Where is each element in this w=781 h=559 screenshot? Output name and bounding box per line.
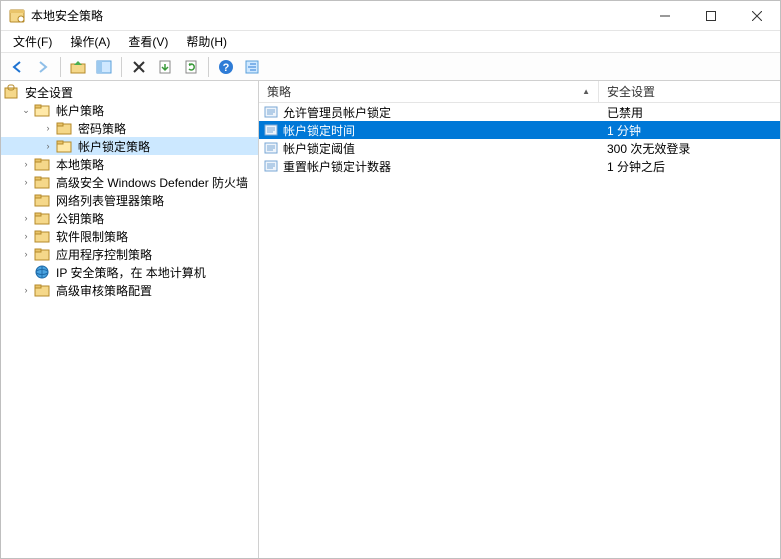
folder-icon	[34, 210, 50, 226]
security-icon	[3, 84, 19, 100]
tree-item-label: 公钥策略	[54, 210, 106, 227]
policy-name: 重置帐户锁定计数器	[283, 158, 391, 175]
folder-icon	[34, 174, 50, 190]
list-row[interactable]: 帐户锁定阈值 300 次无效登录	[259, 139, 780, 157]
tree-item[interactable]: › 软件限制策略	[1, 227, 258, 245]
properties-button[interactable]	[240, 55, 264, 79]
chevron-right-icon[interactable]: ›	[19, 229, 33, 243]
folder-icon	[34, 102, 50, 118]
sort-indicator-icon: ▲	[582, 87, 590, 96]
menu-action[interactable]: 操作(A)	[62, 31, 118, 52]
policy-value: 300 次无效登录	[599, 140, 780, 157]
policy-name: 允许管理员帐户锁定	[283, 104, 391, 121]
back-button[interactable]	[5, 55, 29, 79]
policy-value: 1 分钟	[599, 122, 780, 139]
chevron-right-icon[interactable]: ›	[19, 283, 33, 297]
column-header-value[interactable]: 安全设置	[599, 81, 780, 102]
tree-item[interactable]: › 高级安全 Windows Defender 防火墙	[1, 173, 258, 191]
tree-item-label: 帐户策略	[54, 102, 106, 119]
refresh-button[interactable]	[179, 55, 203, 79]
folder-icon	[34, 246, 50, 262]
show-hide-tree-button[interactable]	[92, 55, 116, 79]
column-header-value-label: 安全设置	[607, 83, 655, 100]
policy-icon	[263, 104, 279, 120]
titlebar: 本地安全策略	[1, 1, 780, 31]
list-body[interactable]: 允许管理员帐户锁定已禁用帐户锁定时间1 分钟帐户锁定阈值300 次无效登录重置帐…	[259, 103, 780, 558]
globe-icon	[34, 264, 50, 280]
help-button[interactable]: ?	[214, 55, 238, 79]
tree-item-label: 高级审核策略配置	[54, 282, 154, 299]
list-header: 策略 ▲ 安全设置	[259, 81, 780, 103]
chevron-right-icon[interactable]: ›	[19, 175, 33, 189]
list-row[interactable]: 帐户锁定时间 1 分钟	[259, 121, 780, 139]
tree-item-label: 本地策略	[54, 156, 106, 173]
delete-button[interactable]	[127, 55, 151, 79]
chevron-right-icon[interactable]: ›	[41, 121, 55, 135]
toolbar: ?	[1, 53, 780, 81]
tree-item[interactable]: › 应用程序控制策略	[1, 245, 258, 263]
minimize-button[interactable]	[642, 1, 688, 31]
chevron-right-icon[interactable]: ›	[19, 211, 33, 225]
tree-item[interactable]: 网络列表管理器策略	[1, 191, 258, 209]
tree-subitem[interactable]: › 密码策略	[1, 119, 258, 137]
column-header-policy-label: 策略	[267, 83, 291, 100]
tree-item-label: IP 安全策略，在 本地计算机	[54, 264, 208, 281]
tree-subitem-label: 密码策略	[76, 120, 128, 137]
menubar: 文件(F) 操作(A) 查看(V) 帮助(H)	[1, 31, 780, 53]
tree-item[interactable]: IP 安全策略，在 本地计算机	[1, 263, 258, 281]
tree-subitem-label: 帐户锁定策略	[76, 138, 152, 155]
chevron-right-icon[interactable]: ›	[19, 247, 33, 261]
list-pane: 策略 ▲ 安全设置 允许管理员帐户锁定 已禁用帐户锁定时间 1 分钟帐户锁定阈值 30…	[259, 81, 780, 558]
policy-value: 1 分钟之后	[599, 158, 780, 175]
forward-button[interactable]	[31, 55, 55, 79]
chevron-right-icon	[19, 265, 33, 279]
tree-item[interactable]: ⌄ 帐户策略	[1, 101, 258, 119]
folder-icon	[34, 192, 50, 208]
tree-item-label: 应用程序控制策略	[54, 246, 154, 263]
maximize-button[interactable]	[688, 1, 734, 31]
app-icon	[9, 8, 25, 24]
list-row[interactable]: 重置帐户锁定计数器 1 分钟之后	[259, 157, 780, 175]
menu-help[interactable]: 帮助(H)	[178, 31, 235, 52]
chevron-right-icon	[19, 193, 33, 207]
export-button[interactable]	[153, 55, 177, 79]
tree-item-label: 网络列表管理器策略	[54, 192, 166, 209]
chevron-right-icon[interactable]: ›	[19, 157, 33, 171]
close-button[interactable]	[734, 1, 780, 31]
folder-icon	[34, 156, 50, 172]
tree-item[interactable]: › 高级审核策略配置	[1, 281, 258, 299]
tree-pane: 安全设置 ⌄ 帐户策略 › 密码策略 › 帐户锁定策略 › 本地策略 › 高级安全 Windows…	[1, 81, 259, 558]
list-row[interactable]: 允许管理员帐户锁定 已禁用	[259, 103, 780, 121]
tree-item[interactable]: › 本地策略	[1, 155, 258, 173]
window-title: 本地安全策略	[31, 7, 103, 24]
menu-file[interactable]: 文件(F)	[5, 31, 60, 52]
policy-icon	[263, 158, 279, 174]
chevron-down-icon[interactable]: ⌄	[19, 103, 33, 117]
policy-name: 帐户锁定时间	[283, 122, 355, 139]
tree-root[interactable]: 安全设置	[1, 83, 258, 101]
policy-icon	[263, 122, 279, 138]
policy-name: 帐户锁定阈值	[283, 140, 355, 157]
policy-icon	[263, 140, 279, 156]
tree-item-label: 软件限制策略	[54, 228, 130, 245]
folder-icon	[56, 138, 72, 154]
menu-view[interactable]: 查看(V)	[120, 31, 176, 52]
tree-item[interactable]: › 公钥策略	[1, 209, 258, 227]
up-button[interactable]	[66, 55, 90, 79]
folder-icon	[34, 228, 50, 244]
folder-icon	[56, 120, 72, 136]
tree-root-label: 安全设置	[23, 84, 75, 101]
tree-item-label: 高级安全 Windows Defender 防火墙	[54, 174, 250, 191]
folder-icon	[34, 282, 50, 298]
tree-scroll[interactable]: 安全设置 ⌄ 帐户策略 › 密码策略 › 帐户锁定策略 › 本地策略 › 高级安全 Windows…	[1, 81, 258, 558]
tree-subitem[interactable]: › 帐户锁定策略	[1, 137, 258, 155]
svg-text:?: ?	[223, 62, 230, 74]
column-header-policy[interactable]: 策略 ▲	[259, 81, 599, 102]
chevron-right-icon[interactable]: ›	[41, 139, 55, 153]
policy-value: 已禁用	[599, 104, 780, 121]
